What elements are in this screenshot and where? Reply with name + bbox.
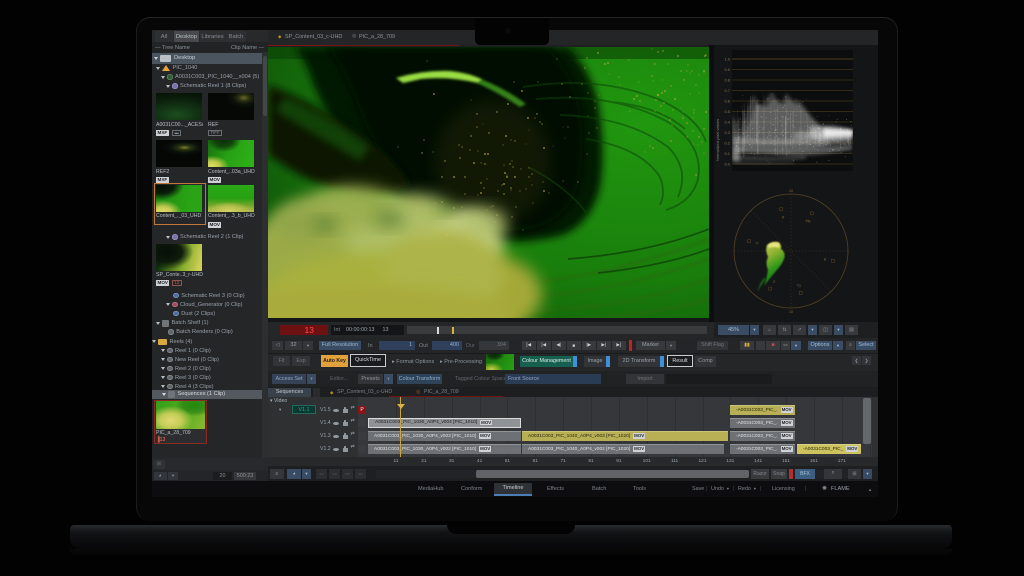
svg-text:0.1: 0.1 [724,151,730,156]
svg-text:0.8: 0.8 [724,78,730,83]
svg-text:10: 10 [789,189,793,193]
svg-text:0.3: 0.3 [724,130,730,135]
svg-text:G: G [773,280,776,284]
svg-text:0.4: 0.4 [724,120,730,125]
svg-text:Cy: Cy [797,284,802,288]
svg-text:0.6: 0.6 [724,99,730,104]
svg-text:0.0: 0.0 [724,162,730,167]
svg-text:0.7: 0.7 [724,88,730,93]
svg-text:B: B [824,257,827,261]
svg-text:0.9: 0.9 [724,67,730,72]
svg-text:Normalized pixel values: Normalized pixel values [715,119,720,161]
svg-text:0.5: 0.5 [724,109,730,114]
svg-text:Mg: Mg [806,219,811,223]
svg-text:10: 10 [789,310,793,314]
svg-text:0.2: 0.2 [724,141,730,146]
svg-text:Yl: Yl [755,242,758,246]
svg-text:1.0: 1.0 [724,57,730,62]
svg-text:R: R [782,215,785,219]
